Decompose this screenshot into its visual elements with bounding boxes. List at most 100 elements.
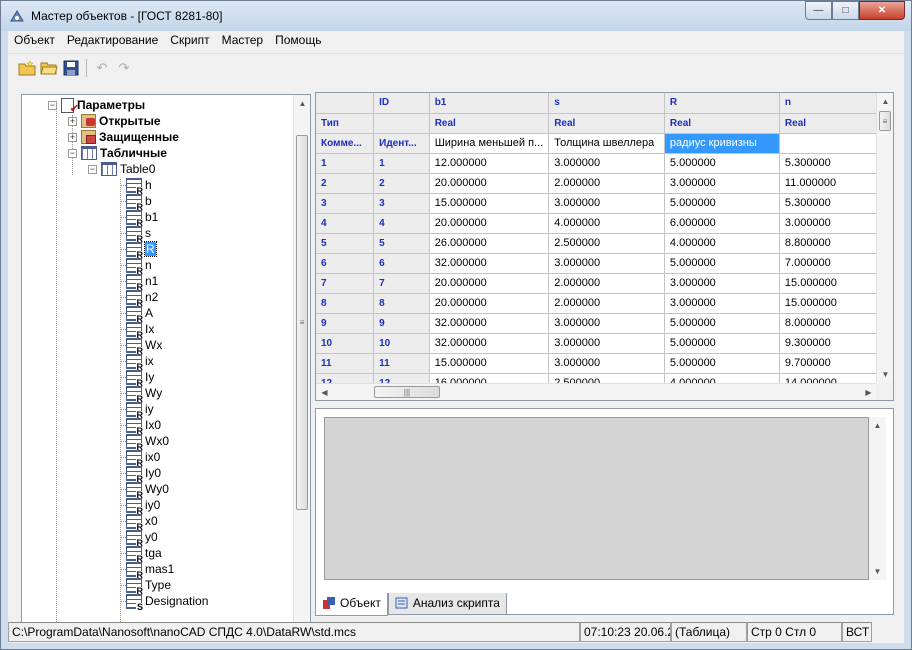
table-cell[interactable]: 15.000000 [429,353,550,374]
tree-node-field-b1[interactable]: Rb1 [126,209,158,228]
tree-node-field-tga[interactable]: Rtga [126,545,162,564]
row-header-cell[interactable]: 10 [316,333,375,354]
tree-node-field-Wx[interactable]: R Wx [126,337,162,356]
menu-help[interactable]: Помощь [269,31,327,50]
comment-cell[interactable]: Идент... [373,133,430,154]
grid-vertical-scrollbar[interactable]: ▲ ≡ ▼ [876,93,893,383]
tree-vertical-scrollbar[interactable]: ▲ ≡ ▼ [293,95,310,636]
column-header[interactable]: R [664,93,780,114]
table-cell[interactable]: 3.000000 [548,153,665,174]
table-cell[interactable]: 20.000000 [429,293,550,314]
row-header-cell[interactable]: 8 [373,293,430,314]
table-cell[interactable]: 3.000000 [548,353,665,374]
row-header-cell[interactable]: 4 [316,213,375,234]
row-header-cell[interactable]: 8 [316,293,375,314]
table-cell[interactable]: 2.000000 [548,273,665,294]
tree-node-field-R[interactable]: RR [126,241,157,260]
tree-node-field-mas1[interactable]: Rmas1 [126,561,174,580]
table-cell[interactable]: 20.000000 [429,173,550,194]
expander-icon[interactable]: − [48,100,57,110]
tree-node-table0[interactable]: − Table0 [88,161,155,177]
tree-node-field-ix0[interactable]: Rix0 [126,449,160,468]
tree-node-field-iy0[interactable]: Riy0 [126,497,160,516]
tree-node-field-Iy[interactable]: R Iy [126,369,154,388]
scroll-right-icon[interactable]: ▶ [860,384,877,400]
table-cell[interactable]: 5.000000 [664,313,780,334]
tree-node-parameters[interactable]: − Параметры [48,97,145,115]
row-header-cell[interactable]: 3 [316,193,375,214]
table-cell[interactable]: 5.000000 [664,193,780,214]
save-button[interactable] [60,57,82,79]
menu-script[interactable]: Скрипт [164,31,215,50]
table-cell[interactable]: 15.000000 [429,193,550,214]
type-cell[interactable] [373,113,430,134]
table-cell[interactable]: 5.000000 [664,153,780,174]
open-button[interactable] [38,57,60,79]
table-cell[interactable]: 3.000000 [664,293,780,314]
menu-wizard[interactable]: Мастер [216,31,270,50]
row-header-cell[interactable]: 10 [373,333,430,354]
row-header-cell[interactable]: 7 [316,273,375,294]
scroll-down-icon[interactable]: ▼ [869,563,886,580]
tree-node-group-1[interactable]: + Открытые [68,113,161,129]
table-cell[interactable]: 12.000000 [429,153,550,174]
undo-button[interactable]: ↶ [91,57,113,79]
tree-node-field-x0[interactable]: Rx0 [126,513,158,532]
row-header-cell[interactable]: 9 [316,313,375,334]
table-cell[interactable]: 4.000000 [664,233,780,254]
comment-cell[interactable]: Комме... [316,133,375,154]
table-cell[interactable]: 2.500000 [548,233,665,254]
data-table[interactable]: ID b1 s Rn Тип Real Real Real Real Комме... Идент.… [316,93,893,394]
row-header-cell[interactable]: 5 [316,233,375,254]
type-cell[interactable]: Real [664,113,780,134]
table-cell[interactable]: 6.000000 [664,213,780,234]
menu-object[interactable]: Объект [8,31,61,50]
table-cell[interactable]: 32.000000 [429,333,550,354]
maximize-button[interactable]: □ [832,1,859,20]
tree-node-field-Designation[interactable]: S Designation [126,593,208,612]
minimize-button[interactable]: — [805,1,832,20]
redo-button[interactable]: ↷ [113,57,135,79]
table-cell[interactable]: 3.000000 [548,313,665,334]
scroll-left-icon[interactable]: ◀ [316,384,333,400]
table-cell[interactable]: 20.000000 [429,213,550,234]
parameters-tree[interactable]: ▲ ≡ ▼ −Параметры+Открытые+Защищенные−Таб… [21,94,311,637]
tree-node-field-h[interactable]: Rh [126,177,152,196]
scroll-up-icon[interactable]: ▲ [869,417,886,434]
table-cell[interactable]: 3.000000 [664,173,780,194]
tree-node-group-2[interactable]: + Защищенные [68,129,179,145]
row-header-cell[interactable]: 1 [316,153,375,174]
tree-node-field-iy[interactable]: Riy [126,401,154,420]
row-header-cell[interactable]: 3 [373,193,430,214]
row-header-cell[interactable]: 11 [316,353,375,374]
comment-cell[interactable]: Толщина швеллера [548,133,665,154]
table-cell[interactable]: 4.000000 [548,213,665,234]
tree-node-field-Iy0[interactable]: R Iy0 [126,465,161,484]
type-cell[interactable]: Real [429,113,550,134]
row-header-cell[interactable]: 11 [373,353,430,374]
table-cell[interactable]: 2.000000 [548,173,665,194]
row-header-cell[interactable]: 5 [373,233,430,254]
tree-node-field-ix[interactable]: Rix [126,353,154,372]
table-cell[interactable]: 3.000000 [548,193,665,214]
tree-node-field-n[interactable]: Rn [126,257,152,276]
row-header-cell[interactable]: 6 [316,253,375,274]
expander-icon[interactable]: − [88,164,97,174]
row-header-cell[interactable]: 2 [373,173,430,194]
scroll-down-icon[interactable]: ▼ [877,366,893,383]
menu-edit[interactable]: Редактирование [61,31,164,50]
row-header-cell[interactable]: 7 [373,273,430,294]
tree-node-field-s[interactable]: Rs [126,225,151,244]
row-header-cell[interactable]: 6 [373,253,430,274]
tree-node-group-3[interactable]: − Табличные [68,145,167,161]
table-cell[interactable]: 3.000000 [548,253,665,274]
row-header-cell[interactable]: 1 [373,153,430,174]
column-header[interactable]: b1 [429,93,550,114]
comment-cell[interactable]: радиус кривизны [664,133,780,154]
row-header-cell[interactable]: 9 [373,313,430,334]
tree-node-field-Ix[interactable]: R Ix [126,321,154,340]
row-header-cell[interactable]: 2 [316,173,375,194]
table-cell[interactable]: 3.000000 [548,333,665,354]
scroll-up-icon[interactable]: ▲ [877,93,893,110]
grid-horizontal-scrollbar[interactable]: ◀ ||| ▶ [316,383,877,400]
